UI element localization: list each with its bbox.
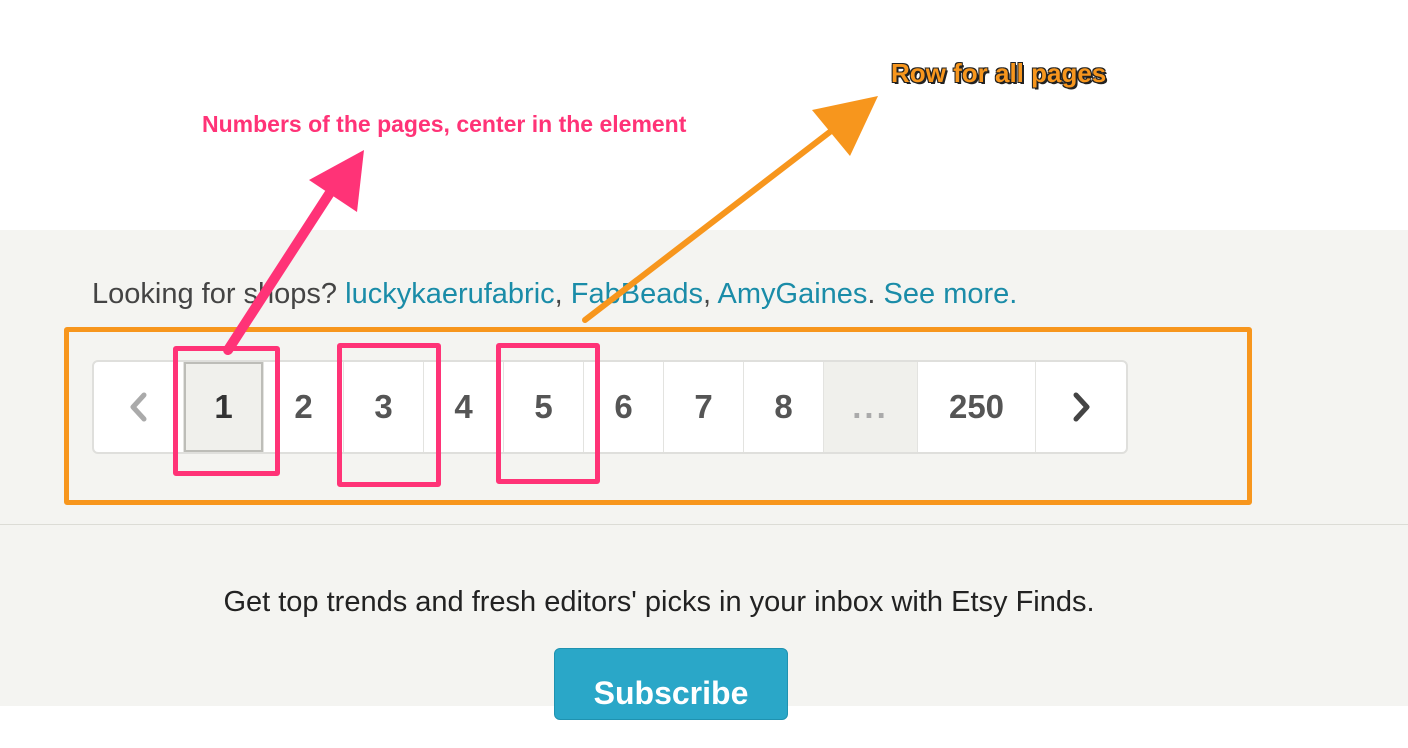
newsletter-prompt: Get top trends and fresh editors' picks …: [223, 586, 1095, 618]
shop-link-luckykaerufabric[interactable]: luckykaerufabric: [345, 278, 555, 310]
page-button-3[interactable]: 3: [344, 362, 424, 452]
shop-separator: ,: [554, 278, 563, 310]
section-divider: [0, 524, 1408, 525]
annotation-row-note: Row for all pages: [891, 58, 1107, 88]
shops-prefix: Looking for shops?: [92, 278, 338, 310]
page-button-6[interactable]: 6: [584, 362, 664, 452]
page-button-2[interactable]: 2: [264, 362, 344, 452]
page-button-1[interactable]: 1: [184, 362, 264, 452]
chevron-right-icon: [1073, 392, 1090, 422]
page-button-5[interactable]: 5: [504, 362, 584, 452]
pagination-row: 1 2 3 4 5 6 7 8 ... 250: [92, 360, 1128, 454]
see-more-link[interactable]: See more.: [884, 278, 1018, 310]
shop-link-amygaines[interactable]: AmyGaines: [718, 278, 868, 310]
shops-suggestion-line: Looking for shops? luckykaerufabric, Fab…: [92, 278, 1017, 311]
prev-page-button[interactable]: [94, 362, 184, 452]
page-button-8[interactable]: 8: [744, 362, 824, 452]
page-button-4[interactable]: 4: [424, 362, 504, 452]
annotation-pages-note: Numbers of the pages, center in the elem…: [202, 111, 687, 137]
shop-period: .: [867, 278, 876, 310]
page: Looking for shops? luckykaerufabric, Fab…: [0, 0, 1408, 748]
page-button-7[interactable]: 7: [664, 362, 744, 452]
next-page-button[interactable]: [1036, 362, 1126, 452]
shop-link-fabbeads[interactable]: FabBeads: [571, 278, 703, 310]
pagination-ellipsis: ...: [824, 362, 918, 452]
subscribe-button[interactable]: Subscribe: [554, 648, 788, 720]
page-button-last[interactable]: 250: [918, 362, 1036, 452]
chevron-left-icon: [130, 392, 146, 422]
shop-separator: ,: [702, 278, 712, 310]
